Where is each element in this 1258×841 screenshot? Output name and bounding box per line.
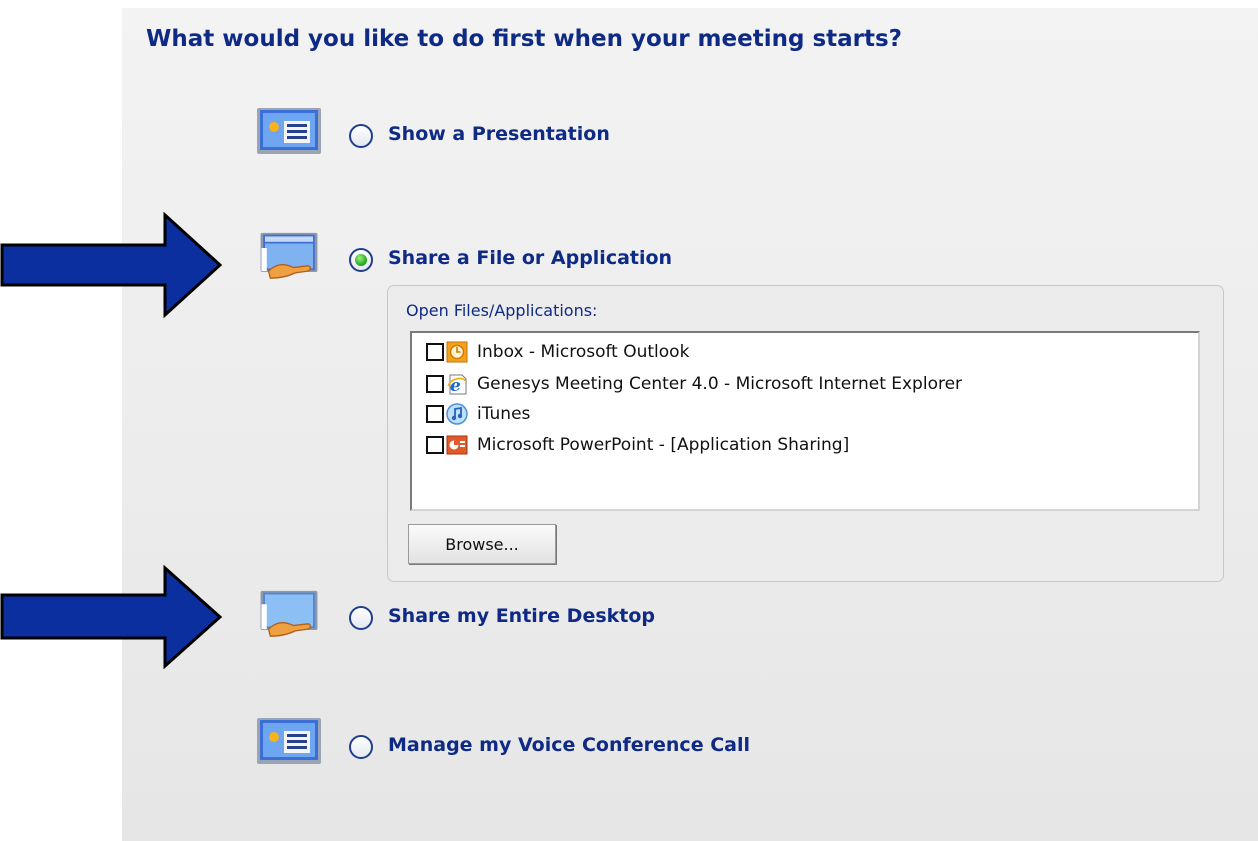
- checkbox[interactable]: [426, 343, 444, 361]
- list-item[interactable]: Inbox - Microsoft Outlook: [426, 337, 689, 367]
- radio-share-entire-desktop[interactable]: [349, 606, 373, 630]
- checkbox[interactable]: [426, 375, 444, 393]
- pointer-arrow-share-desktop: [0, 565, 223, 670]
- powerpoint-icon: [446, 434, 468, 456]
- voice-conference-icon: [257, 718, 321, 764]
- open-applications-group: Open Files/Applications: Inbox - Microso…: [387, 285, 1224, 582]
- checkbox[interactable]: [426, 436, 444, 454]
- presentation-icon: [257, 108, 321, 154]
- list-item-label: iTunes: [477, 404, 531, 424]
- share-desktop-icon: [260, 590, 318, 637]
- open-applications-label: Open Files/Applications:: [406, 301, 598, 320]
- page-title: What would you like to do first when you…: [146, 26, 903, 52]
- radio-show-presentation[interactable]: [349, 124, 373, 148]
- option-label-share-entire-desktop[interactable]: Share my Entire Desktop: [388, 605, 655, 627]
- pointer-arrow-share-app: [0, 212, 223, 319]
- share-app-icon: [260, 232, 318, 279]
- checkbox[interactable]: [426, 405, 444, 423]
- list-item-label: Inbox - Microsoft Outlook: [477, 342, 690, 362]
- list-item-label: Microsoft PowerPoint - [Application Shar…: [477, 435, 850, 455]
- option-label-share-file-or-application[interactable]: Share a File or Application: [388, 247, 672, 269]
- option-label-manage-voice-conference[interactable]: Manage my Voice Conference Call: [388, 734, 750, 756]
- itunes-icon: [446, 403, 468, 425]
- radio-selected-dot: [355, 254, 367, 266]
- list-item[interactable]: e Genesys Meeting Center 4.0 - Microsoft…: [426, 369, 962, 399]
- radio-manage-voice-conference[interactable]: [349, 735, 373, 759]
- radio-share-file-or-application[interactable]: [349, 248, 373, 272]
- list-item-label: Genesys Meeting Center 4.0 - Microsoft I…: [477, 374, 963, 394]
- list-item[interactable]: Microsoft PowerPoint - [Application Shar…: [426, 430, 849, 460]
- open-applications-list[interactable]: Inbox - Microsoft Outlook e Genesys Meet…: [410, 331, 1200, 511]
- internet-explorer-icon: e: [446, 373, 468, 395]
- option-label-show-presentation[interactable]: Show a Presentation: [388, 123, 610, 145]
- list-item[interactable]: iTunes: [426, 399, 530, 429]
- browse-button[interactable]: Browse...: [408, 524, 556, 564]
- outlook-icon: [446, 341, 468, 363]
